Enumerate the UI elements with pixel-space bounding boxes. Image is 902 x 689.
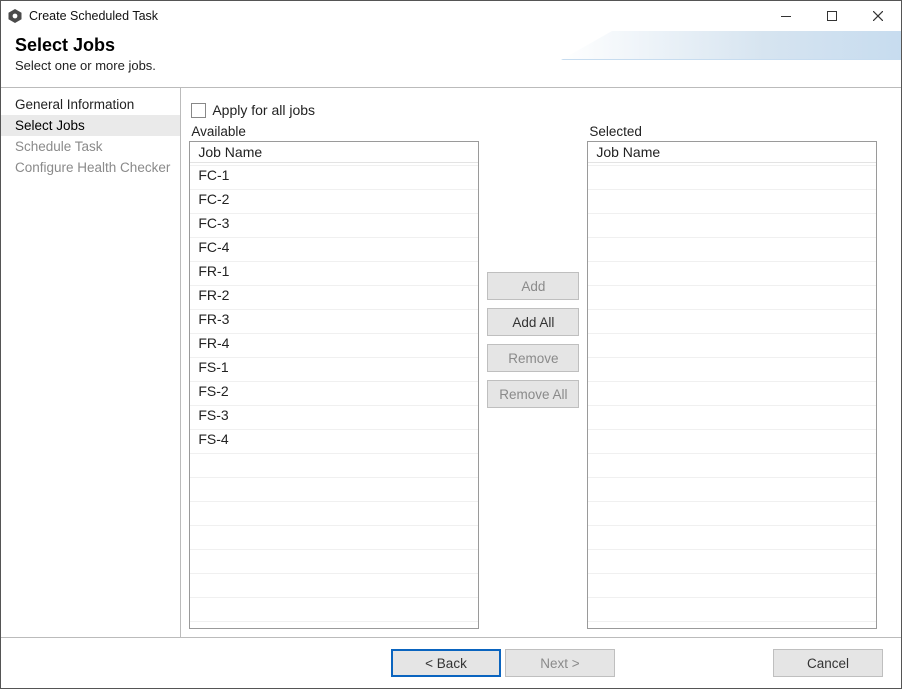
wizard-content: Apply for all jobs Available Job Name FC… <box>181 88 901 637</box>
add-button[interactable]: Add <box>487 272 579 300</box>
apply-all-checkbox[interactable] <box>191 103 206 118</box>
wizard-steps-sidebar: General Information Select Jobs Schedule… <box>1 88 181 637</box>
titlebar: Create Scheduled Task <box>1 1 901 31</box>
wizard-body: General Information Select Jobs Schedule… <box>1 87 901 637</box>
window-title: Create Scheduled Task <box>29 9 158 23</box>
window-controls <box>763 1 901 31</box>
close-button[interactable] <box>855 1 901 31</box>
page-subtitle: Select one or more jobs. <box>15 58 887 73</box>
apply-all-label: Apply for all jobs <box>212 102 315 118</box>
available-job-item[interactable]: FC-1 <box>190 163 478 187</box>
step-configure-health-checker: Configure Health Checker <box>1 157 180 178</box>
available-job-item[interactable]: FC-2 <box>190 187 478 211</box>
minimize-button[interactable] <box>763 1 809 31</box>
available-job-item[interactable]: FS-4 <box>190 427 478 451</box>
back-button[interactable]: < Back <box>391 649 501 677</box>
step-general-information[interactable]: General Information <box>1 94 180 115</box>
selected-listbox[interactable]: Job Name <box>587 141 877 629</box>
available-job-item[interactable]: FR-2 <box>190 283 478 307</box>
remove-button[interactable]: Remove <box>487 344 579 372</box>
transfer-buttons: Add Add All Remove Remove All <box>487 124 579 629</box>
available-listbox[interactable]: Job Name FC-1FC-2FC-3FC-4FR-1FR-2FR-3FR-… <box>189 141 479 629</box>
wizard-footer: < Back Next > Cancel <box>1 637 901 688</box>
available-job-item[interactable]: FC-3 <box>190 211 478 235</box>
step-schedule-task: Schedule Task <box>1 136 180 157</box>
maximize-button[interactable] <box>809 1 855 31</box>
apply-all-row: Apply for all jobs <box>191 102 877 118</box>
next-button[interactable]: Next > <box>505 649 615 677</box>
selected-label: Selected <box>589 124 877 139</box>
add-all-button[interactable]: Add All <box>487 308 579 336</box>
available-job-item[interactable]: FC-4 <box>190 235 478 259</box>
available-job-item[interactable]: FS-3 <box>190 403 478 427</box>
remove-all-button[interactable]: Remove All <box>487 380 579 408</box>
selected-list-header: Job Name <box>588 142 876 163</box>
app-icon <box>7 8 23 24</box>
dual-list: Available Job Name FC-1FC-2FC-3FC-4FR-1F… <box>189 124 877 629</box>
available-column: Available Job Name FC-1FC-2FC-3FC-4FR-1F… <box>189 124 479 629</box>
available-job-item[interactable]: FR-4 <box>190 331 478 355</box>
available-job-item[interactable]: FR-3 <box>190 307 478 331</box>
available-job-item[interactable]: FS-1 <box>190 355 478 379</box>
available-list-header: Job Name <box>190 142 478 163</box>
wizard-header: Select Jobs Select one or more jobs. <box>1 31 901 87</box>
page-title: Select Jobs <box>15 35 887 56</box>
selected-column: Selected Job Name <box>587 124 877 629</box>
cancel-button[interactable]: Cancel <box>773 649 883 677</box>
available-job-item[interactable]: FR-1 <box>190 259 478 283</box>
step-select-jobs[interactable]: Select Jobs <box>1 115 180 136</box>
available-label: Available <box>191 124 479 139</box>
available-job-item[interactable]: FS-2 <box>190 379 478 403</box>
wizard-window: Create Scheduled Task Select Jobs Select… <box>0 0 902 689</box>
